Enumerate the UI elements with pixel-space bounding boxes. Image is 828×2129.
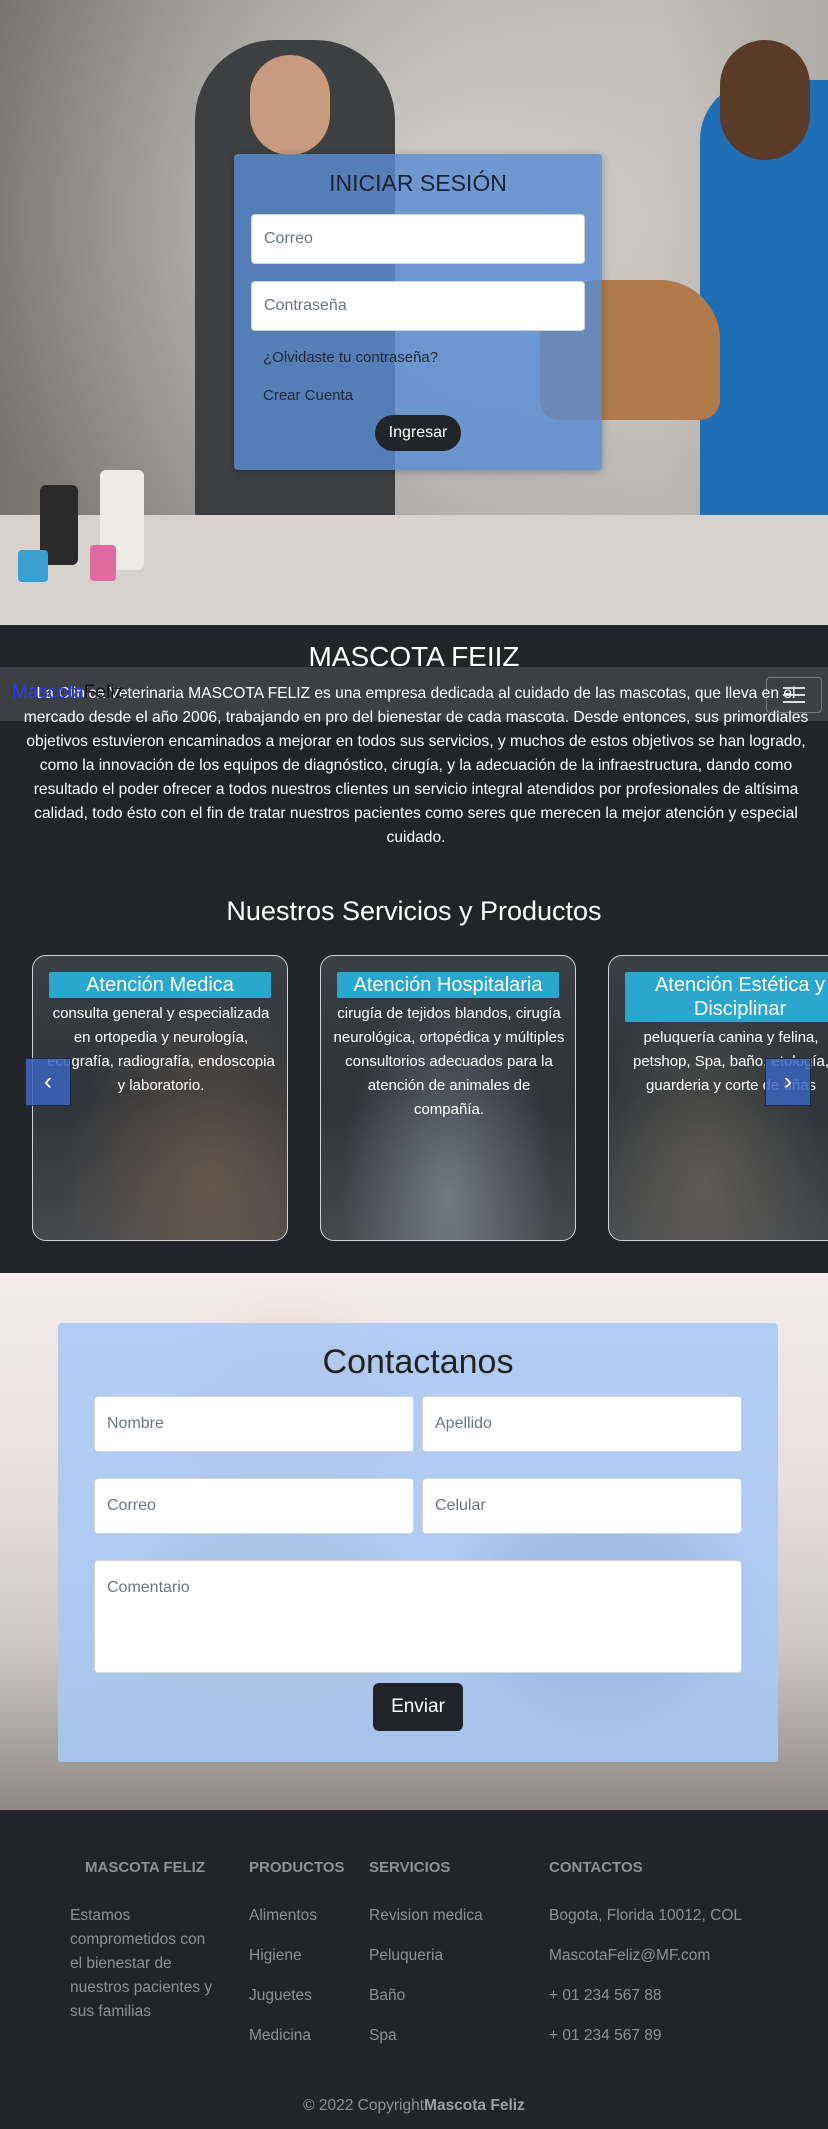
menu-toggle-button[interactable] <box>766 677 822 713</box>
hero-bottle <box>90 545 116 581</box>
footer-brand-text: Estamos comprometidos con el bienestar d… <box>70 1907 213 2020</box>
footer-phone: + 01 234 567 88 <box>549 1987 662 2004</box>
footer-services-heading: SERVICIOS <box>369 1859 451 1876</box>
carousel-next-button[interactable]: › <box>765 1058 811 1106</box>
footer-service-link[interactable]: Spa <box>369 2024 397 2048</box>
phone-input[interactable]: Celular <box>422 1478 742 1534</box>
card-text: consulta general y especializada en orto… <box>47 1005 275 1094</box>
hero-bottle <box>18 550 48 582</box>
copyright: © 2022 CopyrightMascota Feliz <box>0 2097 828 2115</box>
service-card: Atención Hospitalaria cirugía de tejidos… <box>320 955 576 1241</box>
card-image <box>33 956 287 1240</box>
card-title: Atención Medica <box>49 972 271 998</box>
copyright-brand[interactable]: Mascota Feliz <box>424 2097 525 2114</box>
chevron-left-icon: ‹ <box>44 1068 52 1095</box>
carousel-prev-button[interactable]: ‹ <box>25 1058 71 1106</box>
hamburger-icon <box>783 687 805 689</box>
footer-products-heading: PRODUCTOS <box>249 1859 345 1876</box>
login-email-input[interactable]: Correo <box>251 214 585 264</box>
copyright-text: © 2022 Copyright <box>303 2097 425 2114</box>
footer-phone: + 01 234 567 89 <box>549 2027 662 2044</box>
card-text: cirugía de tejidos blandos, cirugía neur… <box>333 1005 565 1118</box>
comment-textarea[interactable]: Comentario <box>94 1560 742 1673</box>
footer-contacts-heading: CONTACTOS <box>549 1859 643 1876</box>
login-panel: INICIAR SESIÓN Correo Contraseña ¿Olvida… <box>234 154 602 470</box>
footer-product-link[interactable]: Higiene <box>249 1944 302 1968</box>
chevron-right-icon: › <box>784 1068 792 1095</box>
name-input[interactable]: Nombre <box>94 1396 414 1452</box>
hero-vet-left-head <box>250 55 330 155</box>
brand-part1: Mascota <box>12 682 84 703</box>
login-title: INICIAR SESIÓN <box>329 170 507 196</box>
hamburger-icon <box>783 694 805 696</box>
footer-service-link[interactable]: Revision medica <box>369 1904 483 1928</box>
footer-address: Bogota, Florida 10012, COL <box>549 1907 743 1924</box>
navbar-brand[interactable]: MascotaFeliz <box>12 682 124 704</box>
footer-product-link[interactable]: Alimentos <box>249 1904 317 1928</box>
footer-brand-heading: MASCOTA FELIZ <box>85 1859 205 1876</box>
lastname-input[interactable]: Apellido <box>422 1396 742 1452</box>
forgot-password-link[interactable]: ¿Olvidaste tu contraseña? <box>263 349 438 366</box>
footer-product-link[interactable]: Medicina <box>249 2024 311 2048</box>
footer-email[interactable]: MascotaFeliz@MF.com <box>549 1944 710 1968</box>
login-password-input[interactable]: Contraseña <box>251 281 585 331</box>
footer-product-link[interactable]: Juguetes <box>249 1984 312 2008</box>
brand-part2: Feliz <box>83 682 124 703</box>
footer-service-link[interactable]: Peluqueria <box>369 1944 443 1968</box>
email-input[interactable]: Correo <box>94 1478 414 1534</box>
send-button[interactable]: Enviar <box>373 1683 463 1731</box>
contact-panel: Contactanos Nombre Apellido Correo Celul… <box>58 1323 778 1762</box>
services-title: Nuestros Servicios y Productos <box>226 896 602 926</box>
hamburger-icon <box>783 701 805 703</box>
contact-title: Contactanos <box>322 1343 514 1381</box>
about-text: La Clinica Veterinaria MASCOTA FELIZ es … <box>23 685 809 846</box>
footer-service-link[interactable]: Baño <box>369 1984 405 2008</box>
hero-vet-right-head <box>720 40 810 160</box>
card-title: Atención Estética y Disciplinar <box>625 972 828 1022</box>
login-submit-button[interactable]: Ingresar <box>375 415 461 451</box>
create-account-link[interactable]: Crear Cuenta <box>263 387 353 404</box>
card-title: Atención Hospitalaria <box>337 972 559 998</box>
